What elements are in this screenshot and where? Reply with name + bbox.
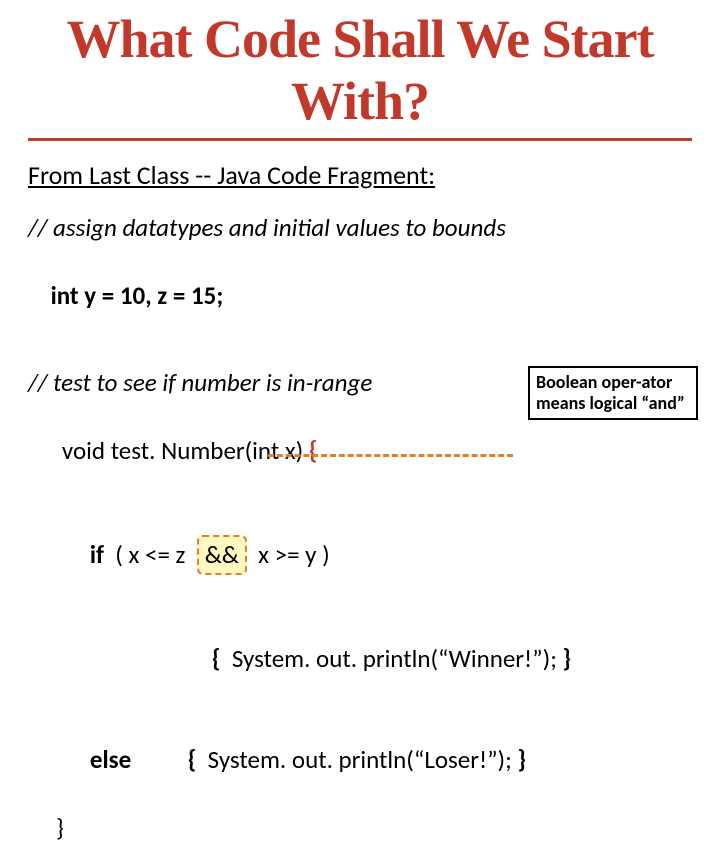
else-close-brace: }: [517, 744, 526, 775]
then-line: { System. out. println(“Winner!”); }: [28, 608, 692, 709]
declaration-line: int y = 10, z = 15;: [28, 245, 692, 346]
closing-brace-line: }: [28, 811, 692, 845]
keyword-if: if: [90, 539, 104, 570]
if-cond-a: ( x <= z: [104, 539, 197, 570]
and-operator-highlight: &&: [197, 535, 247, 575]
annotation-box: Boolean oper-ator means logical “and”: [528, 366, 698, 420]
then-close-brace: }: [563, 643, 572, 674]
sig-text: void test. Number(int x): [62, 435, 309, 466]
opening-brace: {: [309, 435, 318, 466]
keyword-int: int: [51, 280, 79, 311]
else-line: else { System. out. println(“Loser!”); }: [28, 710, 692, 811]
then-body: System. out. println(“Winner!”);: [221, 643, 563, 674]
keyword-else: else: [90, 744, 131, 775]
decl-body: y = 10, z = 15;: [79, 280, 224, 311]
else-body: System. out. println(“Loser!”);: [196, 744, 517, 775]
subtitle: From Last Class -- Java Code Fragment:: [28, 159, 692, 191]
code-block: // assign datatypes and initial values t…: [28, 211, 692, 845]
slide-title: What Code Shall We Start With?: [28, 0, 692, 138]
if-line: if ( x <= z && x >= y ): [28, 501, 692, 608]
title-divider: [28, 138, 692, 141]
if-cond-b: x >= y ): [247, 539, 330, 570]
comment-1: // assign datatypes and initial values t…: [28, 211, 692, 245]
then-open-brace: {: [212, 643, 221, 674]
else-gap: [131, 744, 188, 775]
else-open-brace: {: [188, 744, 197, 775]
connector-line: [268, 454, 513, 457]
